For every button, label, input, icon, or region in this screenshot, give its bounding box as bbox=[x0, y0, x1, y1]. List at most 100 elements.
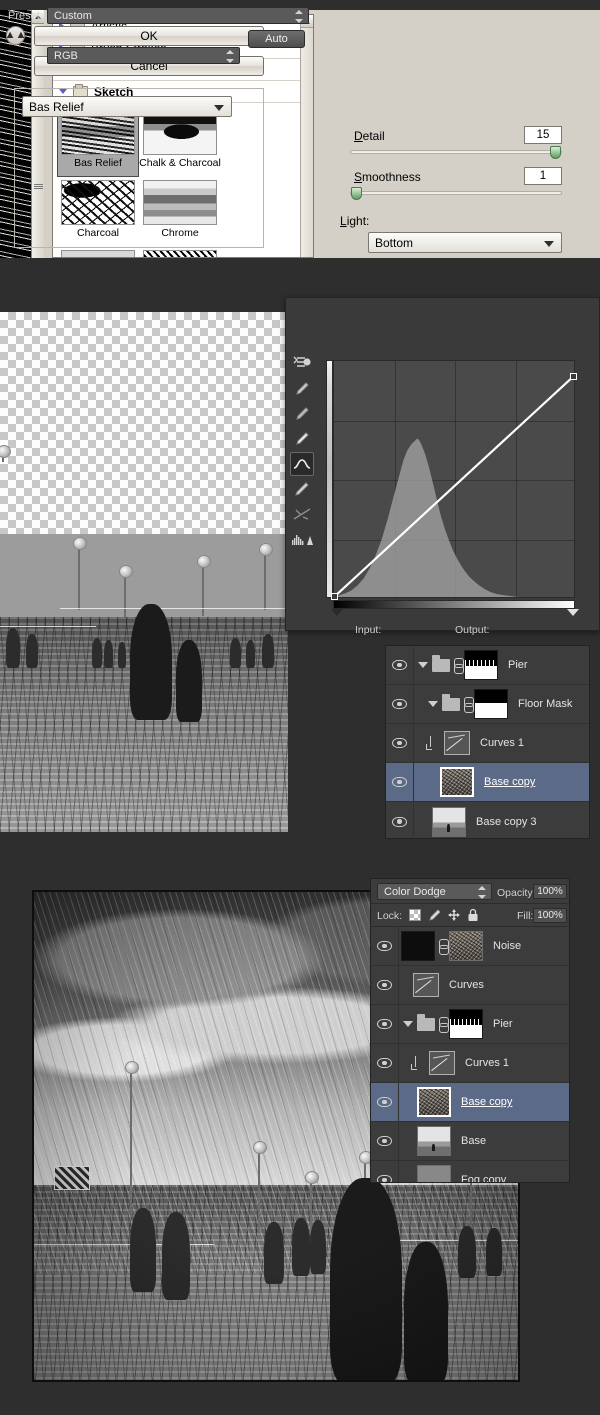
black-input-handle[interactable] bbox=[331, 609, 343, 616]
layer-row-pier[interactable]: Pier bbox=[386, 646, 589, 685]
visibility-toggle[interactable] bbox=[371, 966, 399, 1004]
lock-transparent-pixels-icon[interactable] bbox=[409, 909, 421, 921]
layer-mask-thumbnail[interactable] bbox=[464, 650, 498, 680]
smoothness-slider[interactable] bbox=[350, 187, 562, 200]
curves-adjustment-icon[interactable] bbox=[444, 731, 470, 755]
layer-thumbnail[interactable] bbox=[440, 767, 474, 797]
channel-select[interactable]: RGB bbox=[47, 47, 240, 64]
detail-value-field[interactable]: 15 bbox=[524, 126, 562, 144]
layer-thumbnail[interactable] bbox=[432, 806, 466, 837]
layer-row-base-copy[interactable]: Base copy bbox=[371, 1083, 569, 1122]
visibility-toggle[interactable] bbox=[386, 724, 414, 762]
layer-name[interactable]: Base copy 3 bbox=[476, 816, 537, 828]
smoothness-value-field[interactable]: 1 bbox=[524, 167, 562, 185]
on-image-adjust-icon[interactable] bbox=[290, 352, 314, 376]
pencil-tool-icon[interactable] bbox=[290, 477, 314, 501]
stepper-icon[interactable] bbox=[478, 886, 486, 899]
link-icon[interactable] bbox=[439, 1017, 449, 1033]
visibility-toggle[interactable] bbox=[371, 1083, 399, 1121]
ok-button[interactable]: OK bbox=[34, 26, 264, 46]
eyedropper-black-point-icon[interactable] bbox=[290, 377, 314, 401]
link-icon[interactable] bbox=[464, 697, 474, 713]
collapse-panel-icon[interactable]: ▲▲ bbox=[5, 26, 26, 45]
layers-panel-b[interactable]: Color Dodge Opacity: 100% Lock: Fill: 10… bbox=[370, 878, 570, 1183]
filter-item-conte-crayon[interactable]: Conté Crayon bbox=[57, 247, 139, 257]
layers-panel-a[interactable]: Pier Floor Mask Curves 1 Base copy Base … bbox=[385, 645, 590, 841]
auto-button[interactable]: Auto bbox=[248, 30, 305, 48]
layer-name[interactable]: Pier bbox=[508, 659, 528, 671]
visibility-toggle[interactable] bbox=[386, 685, 414, 723]
layer-mask-thumbnail[interactable] bbox=[449, 1009, 483, 1039]
layer-row-floor-mask[interactable]: Floor Mask bbox=[386, 685, 589, 724]
lock-position-icon[interactable] bbox=[447, 908, 461, 927]
curves-graph[interactable] bbox=[331, 360, 577, 600]
layer-mask-thumbnail[interactable] bbox=[401, 931, 435, 961]
eyedropper-gray-point-icon[interactable] bbox=[290, 402, 314, 426]
layer-thumbnail[interactable] bbox=[417, 1165, 451, 1182]
lock-image-pixels-icon[interactable] bbox=[427, 908, 442, 927]
filter-item-graphic-pen[interactable]: Graphic Pen bbox=[139, 247, 221, 257]
stepper-icon[interactable] bbox=[226, 50, 234, 63]
layer-name-editing[interactable]: Base copy bbox=[484, 776, 535, 788]
curve-tool-icon[interactable] bbox=[290, 452, 314, 476]
visibility-toggle[interactable] bbox=[386, 802, 414, 841]
layer-row-curves-1[interactable]: Curves 1 bbox=[371, 1044, 569, 1083]
visibility-toggle[interactable] bbox=[371, 1161, 399, 1182]
fill-value[interactable]: 100% bbox=[533, 908, 567, 923]
chevron-down-icon[interactable] bbox=[403, 1021, 413, 1027]
layer-row-base-copy-3[interactable]: Base copy 3 bbox=[386, 802, 589, 841]
layer-thumbnail[interactable] bbox=[449, 931, 483, 961]
curve-control-point-black[interactable] bbox=[331, 593, 338, 600]
preset-select[interactable]: Custom bbox=[47, 7, 309, 24]
filter-name-select[interactable]: Bas Relief bbox=[22, 96, 232, 117]
input-gradient-bar bbox=[333, 600, 575, 609]
visibility-toggle[interactable] bbox=[386, 763, 414, 801]
layer-row-fog-copy[interactable]: Fog copy bbox=[371, 1161, 569, 1182]
detail-slider-knob[interactable] bbox=[550, 146, 561, 159]
layer-name[interactable]: Floor Mask bbox=[518, 698, 572, 710]
link-icon[interactable] bbox=[439, 939, 449, 955]
layer-row-base-copy[interactable]: Base copy bbox=[386, 763, 589, 802]
layer-name-editing[interactable]: Base copy bbox=[461, 1096, 512, 1108]
layer-thumbnail[interactable] bbox=[417, 1126, 451, 1156]
blend-mode-select[interactable]: Color Dodge bbox=[377, 883, 492, 900]
detail-slider[interactable] bbox=[350, 146, 562, 159]
layer-row-curves-1[interactable]: Curves 1 bbox=[386, 724, 589, 763]
light-direction-select[interactable]: Bottom bbox=[368, 232, 562, 253]
visibility-toggle[interactable] bbox=[371, 1122, 399, 1160]
layer-row-curves[interactable]: Curves bbox=[371, 966, 569, 1005]
layer-name[interactable]: Base bbox=[461, 1135, 486, 1147]
chevron-down-icon[interactable] bbox=[418, 662, 428, 668]
link-icon[interactable] bbox=[454, 658, 464, 674]
layer-name[interactable]: Pier bbox=[493, 1018, 513, 1030]
layer-name[interactable]: Noise bbox=[493, 940, 521, 952]
curves-adjustment-icon[interactable] bbox=[413, 973, 439, 997]
layer-name[interactable]: Curves bbox=[449, 979, 484, 991]
layer-name[interactable]: Curves 1 bbox=[480, 737, 524, 749]
layer-name[interactable]: Fog copy bbox=[461, 1174, 506, 1182]
document-canvas-transparent[interactable] bbox=[0, 312, 288, 832]
white-input-handle[interactable] bbox=[567, 609, 579, 616]
smoothness-slider-knob[interactable] bbox=[351, 187, 362, 200]
visibility-toggle[interactable] bbox=[371, 927, 399, 965]
filter-list-scrollbar[interactable] bbox=[300, 15, 313, 257]
curve-control-point-white[interactable] bbox=[570, 373, 577, 380]
smooth-curve-icon[interactable] bbox=[290, 502, 314, 526]
stepper-icon[interactable] bbox=[295, 10, 303, 23]
layer-row-base[interactable]: Base bbox=[371, 1122, 569, 1161]
figure-adult bbox=[130, 604, 172, 720]
layer-mask-thumbnail[interactable] bbox=[474, 689, 508, 719]
eyedropper-white-point-icon[interactable] bbox=[290, 427, 314, 451]
lock-all-icon[interactable] bbox=[467, 908, 479, 927]
curves-adjustment-icon[interactable] bbox=[429, 1051, 455, 1075]
visibility-toggle[interactable] bbox=[371, 1005, 399, 1043]
histogram-icon[interactable] bbox=[290, 527, 314, 551]
layer-row-pier[interactable]: Pier bbox=[371, 1005, 569, 1044]
layer-thumbnail[interactable] bbox=[417, 1087, 451, 1117]
layer-row-noise[interactable]: Noise bbox=[371, 927, 569, 966]
opacity-value[interactable]: 100% bbox=[533, 884, 567, 899]
visibility-toggle[interactable] bbox=[371, 1044, 399, 1082]
chevron-down-icon[interactable] bbox=[428, 701, 438, 707]
layer-name[interactable]: Curves 1 bbox=[465, 1057, 509, 1069]
visibility-toggle[interactable] bbox=[386, 646, 414, 684]
